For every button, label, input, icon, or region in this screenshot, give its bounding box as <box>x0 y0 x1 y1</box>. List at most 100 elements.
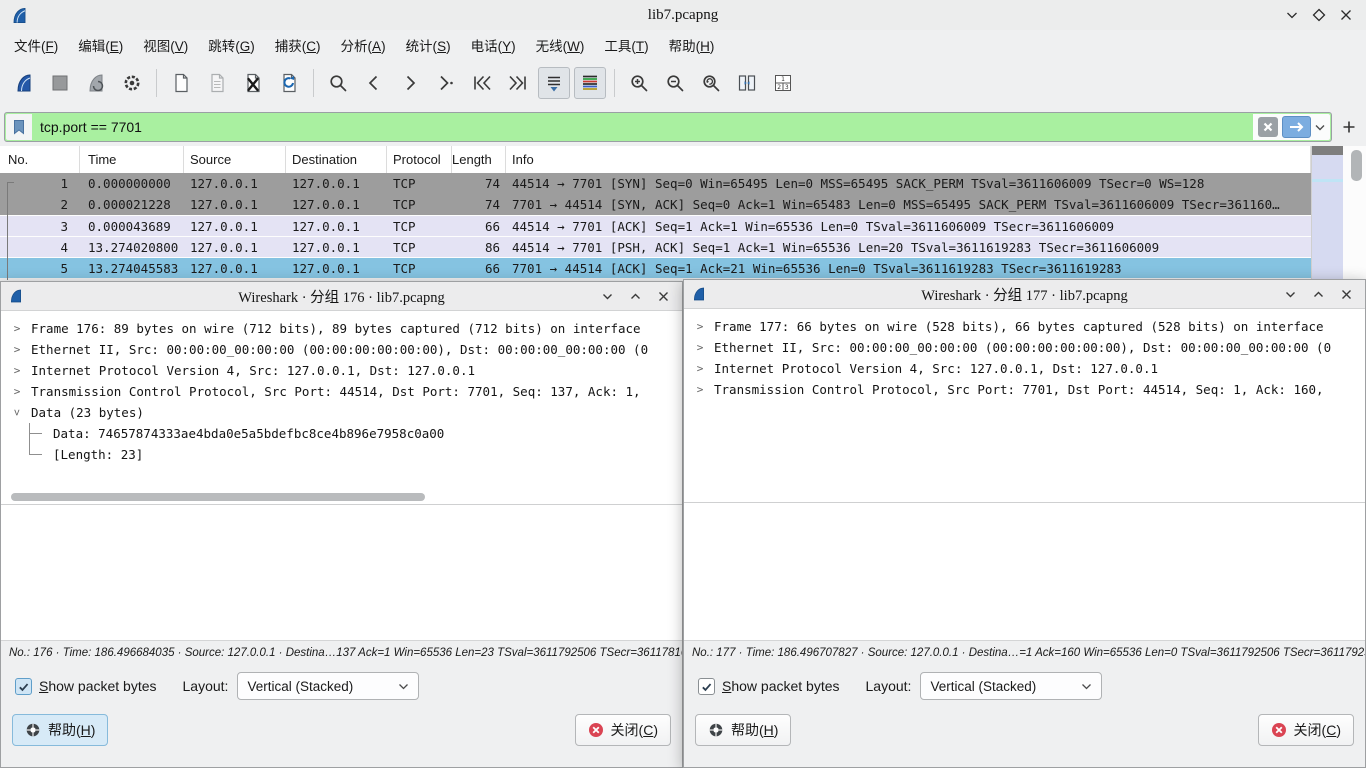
close-button[interactable]: 关闭(C) <box>1258 714 1354 746</box>
tree-item[interactable]: >Ethernet II, Src: 00:00:00_00:00:00 (00… <box>684 337 1365 358</box>
column-header-no[interactable]: No. <box>0 146 80 173</box>
close-file-button[interactable] <box>237 67 269 99</box>
capture-options-button[interactable] <box>116 67 148 99</box>
tree-item[interactable]: > Internet Protocol Version 4, Src: 127.0… <box>684 358 1365 379</box>
intelligent-scrollbar-minimap[interactable] <box>1311 146 1344 280</box>
svg-text:3: 3 <box>785 84 789 91</box>
tree-item[interactable]: [Length: 23] <box>1 444 682 465</box>
menu-item-5[interactable]: 捕获(C) <box>265 31 331 59</box>
tree-item[interactable]: >Ethernet II, Src: 00:00:00_00:00:00 (00… <box>1 339 682 360</box>
restart-capture-button[interactable] <box>80 67 112 99</box>
bookmark-icon[interactable] <box>6 114 32 140</box>
tree-item-text: Internet Protocol Version 4, Src: 127.0.… <box>714 358 1158 379</box>
maximize-icon[interactable] <box>629 290 642 303</box>
maximize-icon[interactable] <box>1312 288 1325 301</box>
packet-cell-proto: TCP <box>387 176 452 191</box>
layout-select[interactable]: Vertical (Stacked) <box>920 672 1102 700</box>
tree-horizontal-scrollbar[interactable] <box>1 490 682 505</box>
menu-item-9[interactable]: 无线(W) <box>526 31 595 59</box>
layout-pages-button[interactable]: 123 <box>767 67 799 99</box>
menu-item-6[interactable]: 分析(A) <box>331 31 396 59</box>
menu-item-11[interactable]: 帮助(H) <box>659 31 725 59</box>
go-first-button[interactable] <box>466 67 498 99</box>
menu-item-8[interactable]: 电话(Y) <box>461 31 526 59</box>
expand-arrow-icon[interactable]: > <box>9 318 25 339</box>
column-header-info[interactable]: Info <box>506 146 1311 173</box>
packet-row-1[interactable]: 10.000000000127.0.0.1127.0.0.1TCP7444514… <box>0 173 1311 194</box>
close-button[interactable]: 关闭(C) <box>575 714 671 746</box>
packet-row-4[interactable]: 413.274020800127.0.0.1127.0.0.1TCP864451… <box>0 236 1311 257</box>
collapse-arrow-icon[interactable]: > <box>7 405 28 421</box>
find-packet-button[interactable] <box>322 67 354 99</box>
go-back-button[interactable] <box>358 67 390 99</box>
column-header-source[interactable]: Source <box>184 146 286 173</box>
menu-item-7[interactable]: 统计(S) <box>396 31 461 59</box>
tree-horizontal-scrollbar-thumb[interactable] <box>11 493 425 501</box>
column-header-protocol[interactable]: Protocol <box>387 146 452 173</box>
show-packet-bytes-checkbox[interactable] <box>15 678 32 695</box>
zoom-reset-button[interactable] <box>695 67 727 99</box>
display-filter-input[interactable]: tcp.port == 7701 <box>4 112 1332 142</box>
tree-item[interactable]: >Transmission Control Protocol, Src Port… <box>1 381 682 402</box>
column-header-length[interactable]: Length <box>452 146 506 173</box>
tree-item[interactable]: >Frame 177: 66 bytes on wire (528 bits),… <box>684 316 1365 337</box>
filter-expression[interactable]: tcp.port == 7701 <box>40 119 142 135</box>
go-to-packet-button[interactable] <box>430 67 462 99</box>
clear-filter-icon[interactable] <box>1258 117 1278 137</box>
column-header-time[interactable]: Time <box>80 146 184 173</box>
packet-cell-time: 0.000021228 <box>80 197 184 212</box>
stop-capture-button[interactable] <box>44 67 76 99</box>
expand-arrow-icon[interactable]: > <box>692 358 708 379</box>
tree-item[interactable]: >Transmission Control Protocol, Src Port… <box>684 379 1365 400</box>
column-header-destination[interactable]: Destination <box>286 146 387 173</box>
save-file-button[interactable] <box>201 67 233 99</box>
expand-arrow-icon[interactable]: > <box>9 381 25 402</box>
dropdown-caret-icon[interactable] <box>1315 124 1325 131</box>
packet-row-5[interactable]: 513.274045583127.0.0.1127.0.0.1TCP667701… <box>0 257 1311 278</box>
layout-select[interactable]: Vertical (Stacked) <box>237 672 419 700</box>
tree-item[interactable]: >Frame 176: 89 bytes on wire (712 bits),… <box>1 318 682 339</box>
help-button[interactable]: 帮助(H) <box>695 714 791 746</box>
tree-item[interactable]: >Data (23 bytes) <box>1 402 682 423</box>
go-forward-button[interactable] <box>394 67 426 99</box>
tree-horizontal-scrollbar[interactable] <box>684 488 1365 503</box>
expand-arrow-icon[interactable]: > <box>692 379 708 400</box>
expand-arrow-icon[interactable]: > <box>692 337 708 358</box>
apply-filter-icon[interactable] <box>1282 116 1311 138</box>
add-filter-icon[interactable] <box>1338 116 1360 138</box>
menu-item-3[interactable]: 视图(V) <box>133 31 198 59</box>
expand-arrow-icon[interactable]: > <box>9 339 25 360</box>
menu-item-10[interactable]: 工具(T) <box>594 31 658 59</box>
resize-columns-button[interactable] <box>731 67 763 99</box>
tree-item[interactable]: >Internet Protocol Version 4, Src: 127.0… <box>1 360 682 381</box>
dialog-titlebar: Wireshark · 分组 176 · lib7.pcapng <box>1 282 682 311</box>
colorize-button[interactable] <box>574 67 606 99</box>
zoom-in-button[interactable] <box>623 67 655 99</box>
packet-list-scrollbar-thumb[interactable] <box>1351 150 1362 181</box>
auto-scroll-button[interactable] <box>538 67 570 99</box>
open-file-button[interactable] <box>165 67 197 99</box>
go-last-button[interactable] <box>502 67 534 99</box>
menu-item-1[interactable]: 文件(F) <box>4 31 68 59</box>
minimize-icon[interactable] <box>1284 7 1300 23</box>
close-icon[interactable] <box>1338 7 1354 23</box>
packet-row-2[interactable]: 20.000021228127.0.0.1127.0.0.1TCP747701 … <box>0 194 1311 215</box>
help-button[interactable]: 帮助(H) <box>12 714 108 746</box>
close-icon[interactable] <box>1340 288 1353 301</box>
zoom-out-button[interactable] <box>659 67 691 99</box>
minimize-icon[interactable] <box>601 290 614 303</box>
packet-cell-dst: 127.0.0.1 <box>286 197 387 212</box>
packet-row-3[interactable]: 30.000043689127.0.0.1127.0.0.1TCP6644514… <box>0 215 1311 236</box>
tree-item[interactable]: Data: 74657874333ae4bda0e5a5bdefbc8ce4b8… <box>1 423 682 444</box>
show-packet-bytes-checkbox[interactable] <box>698 678 715 695</box>
expand-arrow-icon[interactable]: > <box>9 360 25 381</box>
menu-item-2[interactable]: 编辑(E) <box>68 31 133 59</box>
reload-file-button[interactable] <box>273 67 305 99</box>
minimize-icon[interactable] <box>1284 288 1297 301</box>
maximize-icon[interactable] <box>1311 7 1327 23</box>
expand-arrow-icon[interactable]: > <box>692 316 708 337</box>
packet-cell-proto: TCP <box>387 219 452 234</box>
start-capture-button[interactable] <box>8 67 40 99</box>
menu-item-4[interactable]: 跳转(G) <box>198 31 265 59</box>
close-icon[interactable] <box>657 290 670 303</box>
